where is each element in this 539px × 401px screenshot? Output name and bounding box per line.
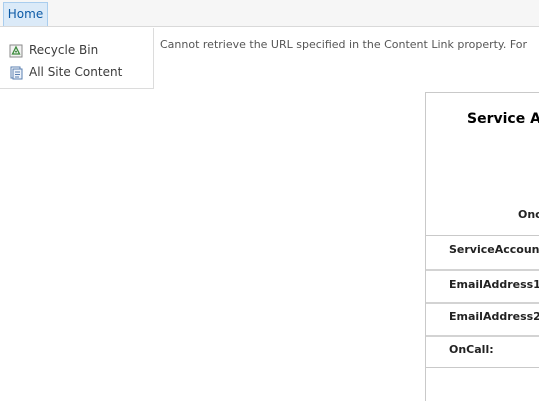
field-label-service-account: ServiceAccount (449, 243, 539, 256)
divider (426, 367, 539, 368)
content-link-error-message: Cannot retrieve the URL specified in the… (160, 38, 528, 51)
web-part-title: Service Ac (467, 111, 539, 127)
oncall-column-header: Onc (518, 208, 539, 221)
divider (426, 335, 539, 337)
field-label-email-address-1: EmailAddress1: (449, 278, 539, 291)
service-account-web-part: Service Ac Onc ServiceAccount EmailAddre… (425, 92, 539, 401)
top-navigation-bar: Home (0, 0, 539, 27)
home-tab[interactable]: Home (3, 2, 48, 26)
page: Home Recycle Bin All Site Content Cannot… (0, 0, 539, 401)
divider (426, 302, 539, 304)
divider (426, 269, 539, 271)
divider (426, 235, 539, 236)
recycle-bin-icon (9, 43, 23, 58)
quick-launch-label: All Site Content (29, 65, 123, 79)
quick-launch: Recycle Bin All Site Content (0, 28, 154, 89)
field-label-email-address-2: EmailAddress2: (449, 310, 539, 323)
quick-launch-label: Recycle Bin (29, 43, 99, 57)
site-content-icon (9, 65, 23, 80)
field-label-oncall: OnCall: (449, 343, 494, 356)
quick-launch-recycle-bin[interactable]: Recycle Bin (9, 41, 98, 59)
quick-launch-all-site-content[interactable]: All Site Content (9, 63, 122, 81)
